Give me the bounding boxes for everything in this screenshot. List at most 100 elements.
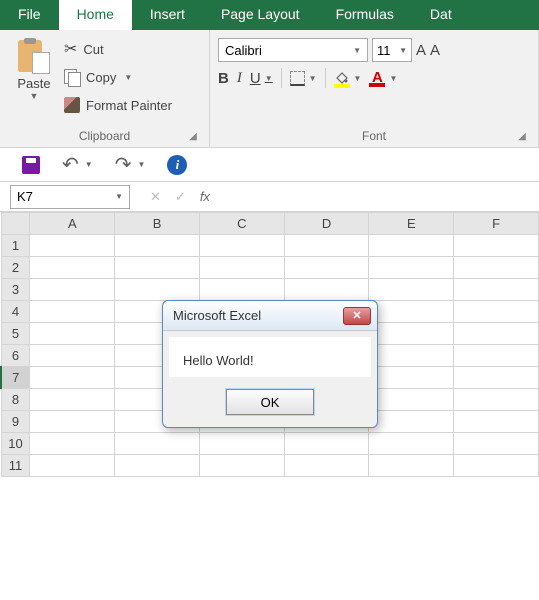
cell[interactable] — [284, 433, 369, 455]
column-header[interactable]: D — [284, 213, 369, 235]
row-header[interactable]: 7 — [1, 367, 30, 389]
chevron-down-icon[interactable]: ▼ — [30, 91, 39, 101]
cell[interactable] — [30, 455, 115, 477]
cell[interactable] — [30, 411, 115, 433]
chevron-down-icon[interactable]: ▼ — [115, 192, 123, 201]
borders-button[interactable]: ▼ — [290, 71, 317, 86]
font-color-button[interactable]: A ▼ — [369, 69, 397, 87]
row-header[interactable]: 9 — [1, 411, 30, 433]
cell[interactable] — [454, 455, 539, 477]
underline-button[interactable]: U▼ — [250, 70, 273, 87]
chevron-down-icon[interactable]: ▼ — [354, 74, 362, 83]
chevron-down-icon[interactable]: ▼ — [137, 160, 145, 169]
cell[interactable] — [115, 455, 200, 477]
undo-button[interactable]: ↶▼ — [62, 152, 93, 177]
cell[interactable] — [199, 235, 284, 257]
cell[interactable] — [30, 345, 115, 367]
cell[interactable] — [199, 433, 284, 455]
cell[interactable] — [30, 279, 115, 301]
font-size-select[interactable]: 11 ▼ — [372, 38, 412, 62]
cell[interactable] — [454, 411, 539, 433]
cell[interactable] — [369, 235, 454, 257]
row-header[interactable]: 3 — [1, 279, 30, 301]
tab-page-layout[interactable]: Page Layout — [203, 0, 318, 30]
cell[interactable] — [454, 367, 539, 389]
cell[interactable] — [454, 433, 539, 455]
bold-button[interactable]: B — [218, 70, 229, 87]
cell[interactable] — [369, 301, 454, 323]
row-header[interactable]: 4 — [1, 301, 30, 323]
cell[interactable] — [454, 345, 539, 367]
column-header[interactable]: E — [369, 213, 454, 235]
info-button[interactable]: i — [167, 155, 187, 175]
format-painter-button[interactable]: Format Painter — [64, 94, 172, 116]
cell[interactable] — [454, 279, 539, 301]
tab-home[interactable]: Home — [59, 0, 132, 30]
insert-function-button[interactable]: fx — [200, 189, 210, 204]
close-button[interactable]: ✕ — [343, 307, 371, 325]
row-header[interactable]: 5 — [1, 323, 30, 345]
save-button[interactable] — [22, 156, 40, 174]
fill-color-button[interactable]: ▼ — [334, 70, 362, 86]
cut-button[interactable]: ✂ Cut — [64, 38, 172, 60]
cell[interactable] — [369, 279, 454, 301]
cell[interactable] — [369, 345, 454, 367]
paste-button[interactable]: Paste ▼ — [8, 34, 60, 129]
cell[interactable] — [115, 257, 200, 279]
tab-data[interactable]: Dat — [412, 0, 470, 30]
italic-button[interactable]: I — [237, 70, 242, 87]
cell[interactable] — [454, 257, 539, 279]
font-name-select[interactable]: Calibri ▼ — [218, 38, 368, 62]
cell[interactable] — [199, 455, 284, 477]
tab-file[interactable]: File — [0, 0, 59, 30]
cell[interactable] — [369, 455, 454, 477]
chevron-down-icon[interactable]: ▼ — [85, 160, 93, 169]
cell[interactable] — [199, 257, 284, 279]
tab-formulas[interactable]: Formulas — [318, 0, 412, 30]
cell[interactable] — [115, 433, 200, 455]
cell[interactable] — [369, 411, 454, 433]
row-header[interactable]: 8 — [1, 389, 30, 411]
name-box[interactable]: K7 ▼ — [10, 185, 130, 209]
dialog-launcher-icon[interactable]: ◢ — [516, 131, 528, 143]
cell[interactable] — [454, 301, 539, 323]
column-header[interactable]: F — [454, 213, 539, 235]
row-header[interactable]: 10 — [1, 433, 30, 455]
cell[interactable] — [454, 323, 539, 345]
column-header[interactable]: A — [30, 213, 115, 235]
cell[interactable] — [30, 235, 115, 257]
cell[interactable] — [369, 257, 454, 279]
shrink-font-button[interactable]: A — [430, 42, 440, 59]
row-header[interactable]: 1 — [1, 235, 30, 257]
chevron-down-icon[interactable]: ▼ — [353, 46, 361, 55]
cell[interactable] — [284, 235, 369, 257]
select-all-corner[interactable] — [1, 213, 30, 235]
cell[interactable] — [30, 367, 115, 389]
row-header[interactable]: 2 — [1, 257, 30, 279]
cell[interactable] — [284, 279, 369, 301]
cell[interactable] — [284, 455, 369, 477]
row-header[interactable]: 11 — [1, 455, 30, 477]
cell[interactable] — [115, 235, 200, 257]
message-box-titlebar[interactable]: Microsoft Excel ✕ — [163, 301, 377, 331]
cell[interactable] — [369, 323, 454, 345]
cell[interactable] — [454, 389, 539, 411]
chevron-down-icon[interactable]: ▼ — [124, 73, 132, 82]
cell[interactable] — [115, 279, 200, 301]
cell[interactable] — [30, 257, 115, 279]
grow-font-button[interactable]: A — [416, 42, 426, 59]
cell[interactable] — [30, 301, 115, 323]
cell[interactable] — [30, 433, 115, 455]
chevron-down-icon[interactable]: ▼ — [399, 46, 407, 55]
cell[interactable] — [369, 433, 454, 455]
tab-insert[interactable]: Insert — [132, 0, 203, 30]
column-header[interactable]: B — [115, 213, 200, 235]
redo-button[interactable]: ↷▼ — [115, 152, 146, 177]
cell[interactable] — [284, 257, 369, 279]
cell[interactable] — [454, 235, 539, 257]
cell[interactable] — [369, 367, 454, 389]
ok-button[interactable]: OK — [226, 389, 314, 415]
column-header[interactable]: C — [199, 213, 284, 235]
chevron-down-icon[interactable]: ▼ — [265, 74, 273, 83]
chevron-down-icon[interactable]: ▼ — [389, 74, 397, 83]
